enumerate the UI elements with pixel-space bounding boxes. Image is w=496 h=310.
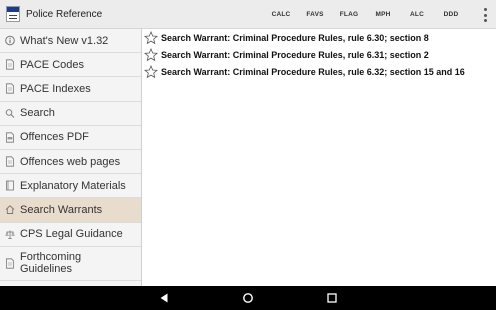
sidebar-item-offences-pdf[interactable]: Offences PDF: [0, 126, 141, 150]
sidebar-item-label: PACE Codes: [20, 58, 84, 71]
ddd-button[interactable]: DDD: [434, 11, 468, 18]
scales-icon: [5, 229, 15, 240]
back-icon: [160, 293, 168, 303]
search-icon: [5, 108, 15, 119]
sidebar-item-explanatory-materials[interactable]: Explanatory Materials: [0, 174, 141, 199]
sidebar-item-whats-new[interactable]: What's New v1.32: [0, 29, 141, 54]
info-icon: [5, 35, 15, 46]
list-item-label: Search Warrant: Criminal Procedure Rules…: [161, 49, 429, 60]
favs-button[interactable]: FAVS: [298, 11, 332, 18]
home-icon: [243, 293, 253, 303]
list-item[interactable]: Search Warrant: Criminal Procedure Rules…: [143, 46, 496, 63]
document-icon: [5, 156, 15, 167]
mph-button[interactable]: MPH: [366, 11, 400, 18]
sidebar-item-label: Search: [20, 107, 55, 120]
document-icon: [5, 83, 15, 95]
app-logo-icon: [6, 6, 20, 22]
sidebar-item-cps-legal-guidance[interactable]: CPS Legal Guidance: [0, 223, 141, 247]
sidebar-item-label: PACE Indexes: [20, 82, 91, 95]
document-icon: [5, 59, 15, 70]
sidebar-item-search-warrants[interactable]: Search Warrants: [0, 198, 141, 223]
sidebar-item-search[interactable]: Search: [0, 102, 141, 126]
sidebar: What's New v1.32 PACE Codes PACE Indexes…: [0, 29, 142, 286]
pdf-icon: [5, 132, 15, 143]
list-item-label: Search Warrant: Criminal Procedure Rules…: [161, 66, 465, 77]
sidebar-item-forthcoming-guidelines[interactable]: Forthcoming Guidelines: [0, 247, 141, 281]
home-button[interactable]: [206, 286, 290, 310]
list-item-label: Search Warrant: Criminal Procedure Rules…: [161, 32, 429, 43]
calc-button[interactable]: CALC: [264, 11, 298, 18]
sidebar-item-pace-indexes[interactable]: PACE Indexes: [0, 77, 141, 102]
alc-button[interactable]: ALC: [400, 11, 434, 18]
results-list: Search Warrant: Criminal Procedure Rules…: [143, 29, 496, 286]
flag-button[interactable]: FLAG: [332, 11, 366, 18]
app-bar: Police Reference CALC FAVS FLAG MPH ALC …: [0, 0, 496, 29]
document-icon: [5, 258, 15, 269]
overflow-menu-icon[interactable]: [482, 8, 488, 22]
sidebar-item-label: What's New v1.32: [20, 34, 109, 47]
book-icon: [5, 180, 15, 191]
sidebar-item-label: CPS Legal Guidance: [20, 228, 123, 241]
star-icon[interactable]: [143, 64, 159, 79]
back-button[interactable]: [122, 286, 206, 310]
list-item[interactable]: Search Warrant: Criminal Procedure Rules…: [143, 63, 496, 80]
sidebar-item-offences-web-pages[interactable]: Offences web pages: [0, 150, 141, 175]
sidebar-item-label: Forthcoming Guidelines: [20, 251, 82, 276]
sidebar-item-label: Offences PDF: [20, 131, 89, 144]
list-item[interactable]: Search Warrant: Criminal Procedure Rules…: [143, 29, 496, 46]
system-navigation-bar: [0, 286, 496, 310]
recents-button[interactable]: [290, 286, 374, 310]
sidebar-item-pace-codes[interactable]: PACE Codes: [0, 53, 141, 78]
sidebar-item-label: Offences web pages: [20, 155, 121, 168]
star-icon[interactable]: [143, 47, 159, 62]
app-title: Police Reference: [26, 8, 103, 20]
action-bar: CALC FAVS FLAG MPH ALC DDD: [264, 0, 468, 29]
recents-icon: [327, 293, 337, 303]
sidebar-item-label: Explanatory Materials: [20, 179, 126, 192]
house-icon: [5, 204, 15, 215]
star-icon[interactable]: [143, 30, 159, 45]
sidebar-item-label: Search Warrants: [20, 203, 103, 216]
